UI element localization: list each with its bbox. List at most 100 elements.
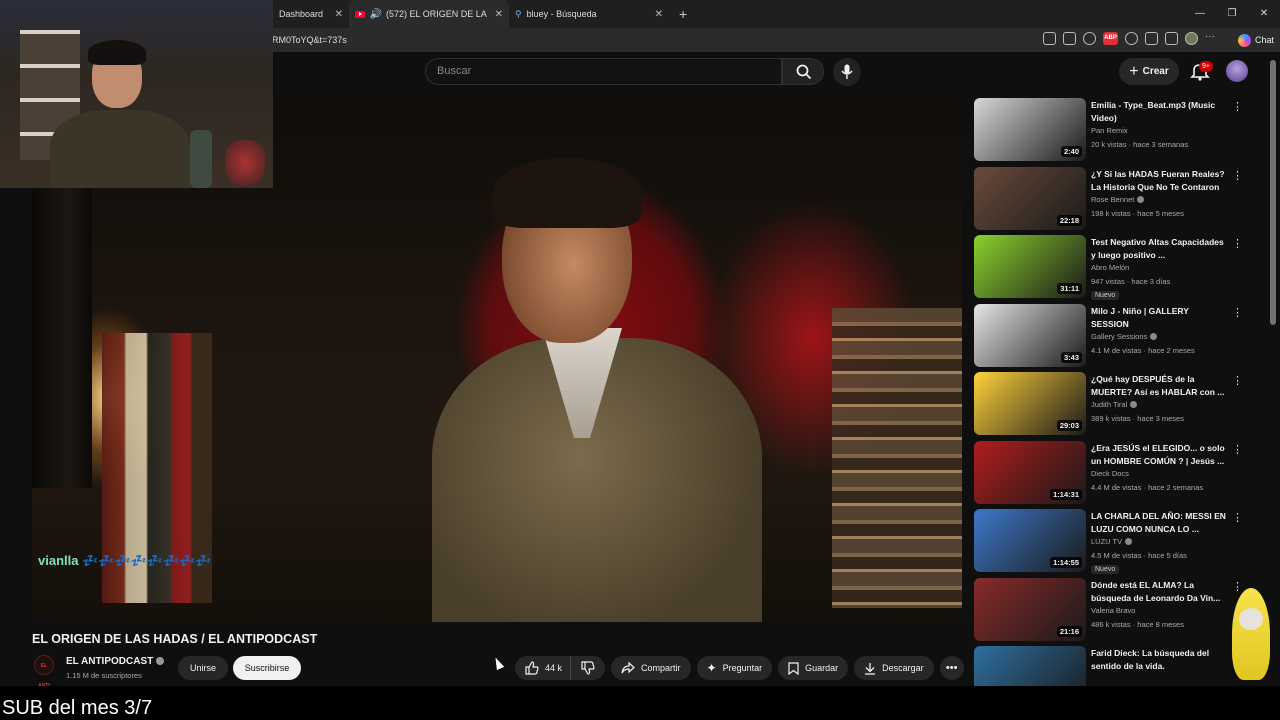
more-horizontal-icon: •••	[945, 662, 958, 674]
recommended-channel-name: Judith Tiral	[1091, 400, 1128, 409]
kebab-menu-icon[interactable]: ⋮	[1232, 169, 1243, 182]
ask-label: Preguntar	[722, 663, 763, 673]
tab-video[interactable]: 🔊 (572) EL ORIGEN DE LAS HAD ✕	[349, 0, 509, 28]
refresh-icon[interactable]	[1125, 32, 1138, 45]
dislike-button[interactable]	[570, 656, 606, 680]
extensions-icon[interactable]	[1145, 32, 1158, 45]
notification-badge: 9+	[1199, 61, 1213, 72]
tab-label: (572) EL ORIGEN DE LAS HAD	[386, 9, 487, 19]
tab-dashboard[interactable]: Dashboard ✕	[273, 0, 349, 28]
close-tab-icon[interactable]: ✕	[495, 9, 503, 20]
video-thumbnail[interactable]: 1:14:31	[974, 440, 1086, 504]
close-tab-icon[interactable]: ✕	[335, 9, 343, 20]
video-thumbnail[interactable]: 29:03	[974, 372, 1086, 435]
recommended-channel-name: Dieck Docs	[1091, 468, 1129, 478]
tab-label: Dashboard	[279, 9, 324, 19]
recommended-title[interactable]: Test Negativo Altas Capacidades y luego …	[1091, 236, 1226, 262]
voice-search-button[interactable]	[833, 58, 861, 86]
save-label: Guardar	[805, 663, 839, 673]
recommended-channel[interactable]: Rose Bennet	[1091, 195, 1145, 204]
recommended-channel[interactable]: Dieck Docs	[1091, 469, 1129, 478]
recommended-title[interactable]: ¿Era JESÚS el ELEGIDO... o solo un HOMBR…	[1091, 442, 1226, 468]
search-input[interactable]: Buscar	[425, 58, 782, 85]
video-thumbnail[interactable]: 3:43	[974, 303, 1086, 367]
profile-icon[interactable]	[1185, 32, 1198, 45]
verified-icon	[1137, 195, 1145, 203]
kebab-menu-icon[interactable]: ⋮	[1232, 511, 1243, 524]
recommended-title[interactable]: Dónde está EL ALMA? La búsqueda de Leona…	[1091, 579, 1226, 605]
recommended-video[interactable]: 29:03 ¿Qué hay DESPUÉS de la MUERTE? Así …	[974, 372, 1264, 441]
recommended-channel[interactable]: LUZU TV	[1091, 537, 1133, 546]
recommended-title[interactable]: Farid Dieck: La búsqueda del sentido de …	[1091, 647, 1226, 673]
avatar[interactable]	[1226, 60, 1248, 82]
video-thumbnail[interactable]: 1:14:55	[974, 509, 1086, 572]
recommended-title[interactable]: Milo J - Niño | GALLERY SESSION	[1091, 305, 1226, 331]
recommended-video[interactable]: 1:14:55 LA CHARLA DEL AÑO: MESSI EN LUZU …	[974, 509, 1264, 578]
like-button[interactable]: 44 k	[515, 656, 571, 680]
channel-name[interactable]: EL ANTIPODCAST	[66, 656, 165, 667]
restore-icon[interactable]: ❐	[1216, 0, 1248, 28]
recommended-video[interactable]: 1:14:31 ¿Era JESÚS el ELEGIDO... o solo u…	[974, 440, 1264, 510]
kebab-menu-icon[interactable]: ⋮	[1232, 237, 1243, 250]
plus-icon: +	[1129, 62, 1139, 80]
recommended-title[interactable]: ¿Qué hay DESPUÉS de la MUERTE? Así es HA…	[1091, 373, 1226, 399]
save-button[interactable]: Guardar	[778, 656, 849, 680]
recommended-video[interactable]: 22:18 ¿Y Si las HADAS Fueran Reales? La H…	[974, 166, 1264, 236]
subscribe-button[interactable]: Suscribirse	[233, 656, 301, 680]
sparkle-icon: ✦	[706, 661, 717, 675]
recommended-title[interactable]: ¿Y Si las HADAS Fueran Reales? La Histor…	[1091, 168, 1226, 194]
share-button[interactable]: Compartir	[611, 656, 691, 680]
like-count: 44 k	[545, 663, 563, 673]
close-window-icon[interactable]: ✕	[1248, 0, 1280, 28]
more-actions-button[interactable]: •••	[939, 656, 964, 680]
video-thumbnail[interactable]: 21:16	[974, 577, 1086, 641]
search-button[interactable]	[782, 58, 824, 85]
kebab-menu-icon[interactable]: ⋮	[1232, 443, 1243, 456]
kebab-menu-icon[interactable]: ⋮	[1232, 374, 1243, 387]
recommended-channel[interactable]: Gallery Sessions	[1091, 332, 1158, 341]
recommended-video[interactable]: 31:11 Test Negativo Altas Capacidades y l…	[974, 235, 1264, 304]
recommended-channel[interactable]: Abro Melón	[1091, 263, 1129, 272]
favorites-icon[interactable]	[1165, 32, 1178, 45]
app-icon[interactable]	[1063, 32, 1076, 45]
create-button[interactable]: + Crear	[1119, 58, 1179, 85]
verified-icon	[156, 657, 165, 665]
kebab-menu-icon[interactable]: ⋮	[1232, 100, 1243, 113]
close-tab-icon[interactable]: ✕	[655, 9, 663, 20]
new-tab-icon[interactable]: +	[679, 6, 687, 22]
search-favicon-icon: ⚲	[515, 8, 522, 19]
download-button[interactable]: Descargar	[854, 656, 934, 680]
share-icon	[621, 662, 635, 674]
adblock-icon[interactable]: ABP	[1103, 32, 1118, 45]
speaker-icon[interactable]: 🔊	[370, 9, 382, 20]
recommended-title[interactable]: LA CHARLA DEL AÑO: MESSI EN LUZU COMO NU…	[1091, 510, 1226, 536]
mouse-cursor-icon	[491, 655, 505, 671]
recommended-video[interactable]: 21:16 Dónde está EL ALMA? La búsqueda de …	[974, 577, 1264, 647]
recommended-video[interactable]: 3:43 Milo J - Niño | GALLERY SESSION Galle…	[974, 303, 1264, 373]
scrollbar[interactable]	[1270, 60, 1276, 325]
recommended-meta: 20 k vistas · hace 3 semanas	[1091, 140, 1189, 149]
recommended-video[interactable]: 2:40 Emilia - Type_Beat.mp3 (Music Video)…	[974, 98, 1264, 167]
download-label: Descargar	[882, 663, 924, 673]
video-thumbnail[interactable]: 2:40	[974, 98, 1086, 161]
more-icon[interactable]: ···	[1205, 32, 1218, 45]
minimize-icon[interactable]: —	[1184, 0, 1216, 28]
join-button[interactable]: Unirse	[178, 656, 228, 680]
chat-button[interactable]: Chat	[1237, 31, 1274, 49]
ask-button[interactable]: ✦ Preguntar	[696, 656, 773, 680]
video-thumbnail[interactable]: 22:18	[974, 166, 1086, 230]
video-thumbnail[interactable]: 31:11	[974, 235, 1086, 298]
recommended-channel[interactable]: Valeria Bravo	[1091, 606, 1135, 615]
favorite-star-icon[interactable]	[1083, 32, 1096, 45]
tab-search[interactable]: ⚲ bluey - Búsqueda ✕	[509, 0, 669, 28]
cam-bottle	[190, 130, 212, 188]
recommended-title[interactable]: Emilia - Type_Beat.mp3 (Music Video)	[1091, 99, 1226, 125]
recommended-meta: 389 k vistas · hace 3 meses	[1091, 414, 1184, 423]
tab-label: bluey - Búsqueda	[526, 9, 597, 19]
url-field[interactable]: RM0ToYQ&t=737s	[272, 35, 347, 45]
recommended-channel[interactable]: Pan Remix	[1091, 126, 1128, 135]
channel-avatar[interactable]: EL ANTI	[34, 655, 54, 689]
recommended-channel[interactable]: Judith Tiral	[1091, 400, 1138, 409]
kebab-menu-icon[interactable]: ⋮	[1232, 306, 1243, 319]
translate-icon[interactable]	[1043, 32, 1056, 45]
